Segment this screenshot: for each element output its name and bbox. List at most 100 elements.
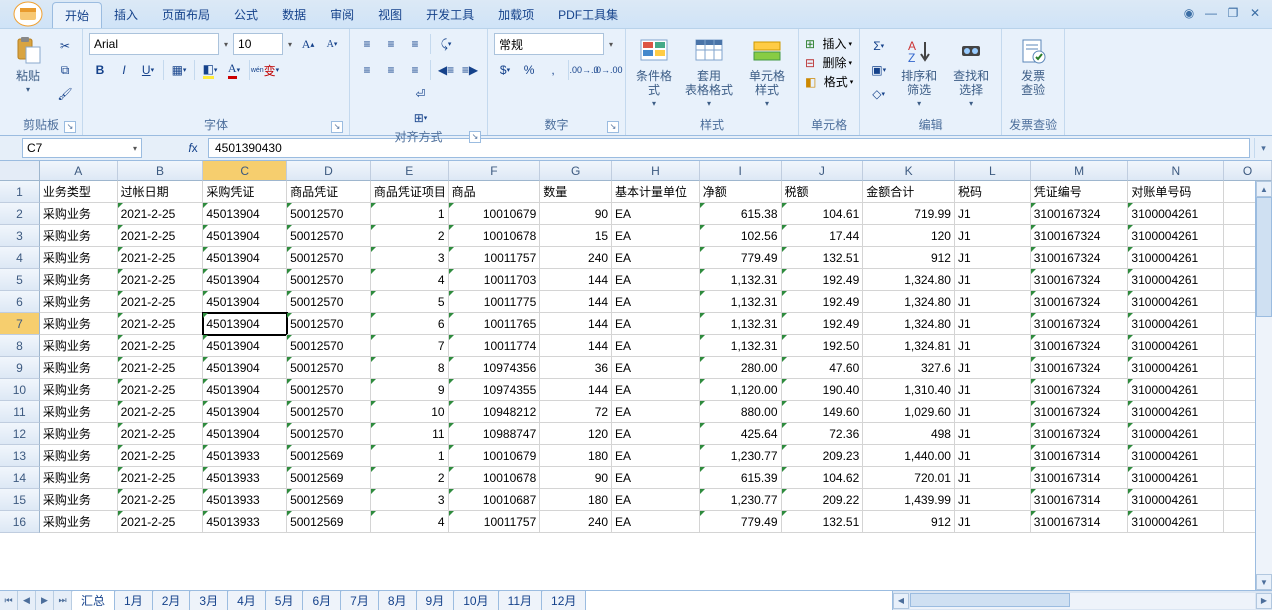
sheet-tab[interactable]: 12月 [541,591,586,610]
row-header[interactable]: 7 [0,313,40,335]
cell[interactable]: EA [612,291,700,313]
delete-cells-button[interactable]: ⊟ 删除▾ [805,54,853,71]
cell[interactable]: EA [612,467,700,489]
cell[interactable]: EA [612,357,700,379]
row-header[interactable]: 3 [0,225,40,247]
cell[interactable]: 47.60 [782,357,864,379]
cell[interactable]: 45013904 [203,335,287,357]
name-box[interactable]: C7▾ [22,138,142,158]
scroll-right-button[interactable]: ▶ [1256,593,1272,609]
column-header[interactable]: C [203,161,287,181]
cell[interactable]: 1,324.80 [863,313,955,335]
hscroll-thumb[interactable] [910,593,1070,607]
align-left-button[interactable]: ≡ [356,59,378,81]
cell[interactable]: EA [612,423,700,445]
cell[interactable]: 10974356 [449,357,541,379]
cell[interactable]: 144 [540,269,612,291]
cell[interactable]: 50012569 [287,511,371,533]
cell[interactable]: J1 [955,445,1031,467]
column-header[interactable]: M [1031,161,1129,181]
row-header[interactable]: 4 [0,247,40,269]
cell[interactable]: 采购业务 [40,379,118,401]
cell[interactable]: 采购业务 [40,401,118,423]
cell[interactable]: 1,324.81 [863,335,955,357]
cell[interactable]: 采购业务 [40,423,118,445]
cell[interactable]: 基本计量单位 [612,181,700,203]
cell[interactable]: 2021-2-25 [118,269,204,291]
row-header[interactable]: 8 [0,335,40,357]
align-top-button[interactable]: ≡ [356,33,378,55]
cell[interactable]: 45013933 [203,467,287,489]
ribbon-tab[interactable]: 视图 [366,2,414,28]
cell[interactable]: J1 [955,357,1031,379]
row-header[interactable]: 9 [0,357,40,379]
cell[interactable]: 5 [371,291,449,313]
column-header[interactable]: N [1128,161,1224,181]
cell[interactable]: 2 [371,467,449,489]
cell[interactable]: 1,132.31 [700,269,782,291]
cell[interactable]: 209.22 [782,489,864,511]
phonetic-button[interactable]: wén变▾ [254,59,276,81]
cell[interactable]: 1,230.77 [700,489,782,511]
sheet-tab[interactable]: 3月 [189,591,228,610]
column-header[interactable]: O [1224,161,1272,181]
cell[interactable]: 45013904 [203,423,287,445]
cell[interactable]: EA [612,269,700,291]
cell[interactable]: 9 [371,379,449,401]
cell[interactable]: 615.38 [700,203,782,225]
autosum-button[interactable]: Σ▾ [866,35,891,57]
cell[interactable]: 2021-2-25 [118,203,204,225]
cell[interactable]: EA [612,247,700,269]
column-header[interactable]: L [955,161,1031,181]
column-header[interactable]: B [118,161,204,181]
cell[interactable]: J1 [955,269,1031,291]
vscroll-thumb[interactable] [1256,197,1272,317]
find-select-button[interactable]: 查找和 选择▾ [947,33,995,111]
percent-button[interactable]: % [518,59,540,81]
cell[interactable]: 720.01 [863,467,955,489]
sheet-tab[interactable]: 9月 [416,591,455,610]
cell[interactable]: 3100004261 [1128,511,1224,533]
cell[interactable]: J1 [955,247,1031,269]
cell[interactable]: 50012570 [287,313,371,335]
bold-button[interactable]: B [89,59,111,81]
cell[interactable]: 采购业务 [40,225,118,247]
cell[interactable]: 3100004261 [1128,423,1224,445]
cell[interactable]: 1,029.60 [863,401,955,423]
cell[interactable]: 192.49 [782,313,864,335]
decrease-font-button[interactable]: A▾ [321,33,343,55]
merge-center-button[interactable]: ⊞▾ [360,107,481,129]
cell[interactable]: 50012570 [287,269,371,291]
cell[interactable]: 2021-2-25 [118,401,204,423]
cell[interactable]: 3100004261 [1128,379,1224,401]
cell[interactable]: 3100167324 [1031,357,1129,379]
cell[interactable]: 2021-2-25 [118,357,204,379]
cell[interactable]: 144 [540,379,612,401]
ribbon-tab[interactable]: PDF工具集 [546,2,630,28]
column-header[interactable]: G [540,161,612,181]
cell[interactable]: J1 [955,291,1031,313]
cell[interactable]: 209.23 [782,445,864,467]
cell[interactable]: 10011774 [449,335,541,357]
cell[interactable]: J1 [955,489,1031,511]
horizontal-scrollbar[interactable]: ◀ ▶ [892,591,1272,610]
cell[interactable]: 采购业务 [40,291,118,313]
cell[interactable]: 45013904 [203,291,287,313]
cell[interactable]: 2021-2-25 [118,467,204,489]
fill-button[interactable]: ▣▾ [866,59,891,81]
cell[interactable]: 3 [371,247,449,269]
cell[interactable]: 采购业务 [40,357,118,379]
row-header[interactable]: 5 [0,269,40,291]
cell[interactable]: J1 [955,401,1031,423]
cell[interactable]: 880.00 [700,401,782,423]
number-format-combo[interactable] [494,33,604,55]
cell[interactable]: 240 [540,247,612,269]
cell-styles-button[interactable]: 单元格 样式▾ [742,33,792,111]
cell[interactable]: 192.49 [782,291,864,313]
row-header[interactable]: 14 [0,467,40,489]
cell[interactable]: 净额 [700,181,782,203]
cell[interactable]: 180 [540,489,612,511]
cell[interactable]: 1,230.77 [700,445,782,467]
cell[interactable]: 1,132.31 [700,313,782,335]
row-header[interactable]: 10 [0,379,40,401]
